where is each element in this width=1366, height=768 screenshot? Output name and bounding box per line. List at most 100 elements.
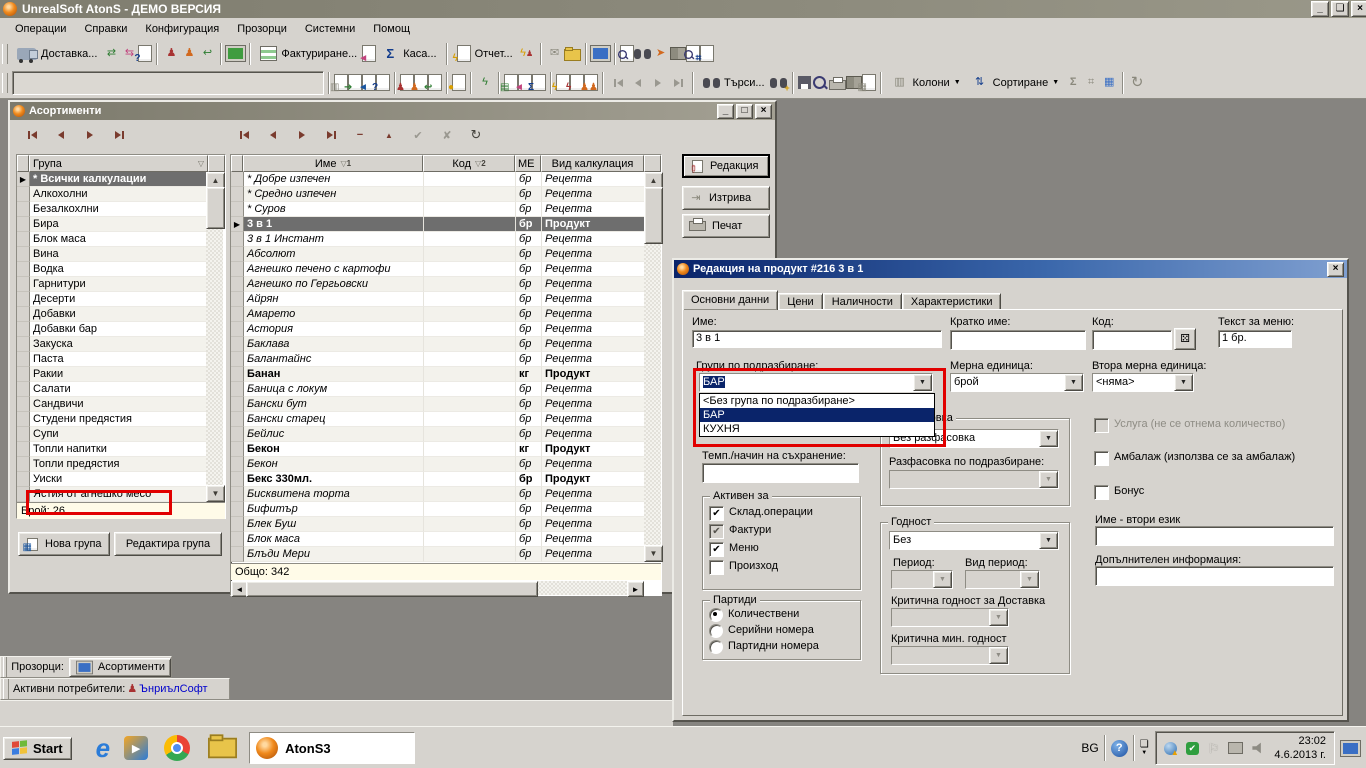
item-row[interactable]: Блъди МерибрРецепта	[231, 547, 644, 562]
group-row[interactable]: Добавки	[17, 307, 206, 322]
groups-nav-prev-button[interactable]	[51, 128, 71, 142]
dropdown-option[interactable]: БАР	[700, 408, 934, 422]
items-edit-button[interactable]: ▲	[379, 128, 399, 142]
preview-icon[interactable]	[811, 74, 829, 91]
menu-item-Прозорци[interactable]: Прозорци	[228, 20, 296, 38]
group-row[interactable]: Ястия от агнешко месо	[17, 487, 206, 502]
grid-lines-icon[interactable]: ⌗	[1082, 74, 1100, 91]
item-row[interactable]: БаклавабрРецепта	[231, 337, 644, 352]
checkbox-unchecked-icon[interactable]	[1094, 451, 1109, 466]
search-button[interactable]: Търси...	[698, 74, 770, 92]
media-player-icon[interactable]: ▶	[124, 736, 148, 760]
group-row[interactable]: Паста	[17, 352, 206, 367]
item-row[interactable]: Бански бутбрРецепта	[231, 397, 644, 412]
items-scrollbar[interactable]: ▲ ▼	[644, 172, 661, 562]
items-hscrollbar[interactable]: ◄ ►	[231, 581, 644, 595]
report-user-icon[interactable]: ϟ♟	[518, 45, 536, 62]
mail-icon[interactable]: ✉	[546, 45, 564, 62]
print-item-button[interactable]: Печат	[682, 214, 770, 238]
invoicing-button[interactable]: Фактуриране...	[255, 43, 362, 64]
menu-item-Справки[interactable]: Справки	[75, 20, 136, 38]
group-row[interactable]: Салати	[17, 382, 206, 397]
dialog-close-button[interactable]: ×	[1327, 262, 1344, 277]
monitor-icon[interactable]	[591, 46, 610, 61]
default-group-combobox[interactable]: БАР ▼	[699, 373, 933, 392]
checkbox-row[interactable]: ✔Склад.операции	[709, 506, 854, 521]
statusbar-grip[interactable]	[3, 679, 9, 699]
item-row[interactable]: * СуровбрРецепта	[231, 202, 644, 217]
show-desktop-icon[interactable]	[1341, 741, 1360, 756]
start-button[interactable]: Start	[3, 737, 72, 760]
groups-nav-last-button[interactable]	[109, 128, 129, 142]
save-icon[interactable]	[798, 76, 811, 89]
checkbox-checked-icon[interactable]: ✔	[709, 506, 724, 521]
statusbar-grip[interactable]	[3, 657, 7, 677]
group-row[interactable]: Гарнитури	[17, 277, 206, 292]
item-row[interactable]: ▶3 в 1брПродукт	[231, 217, 644, 232]
doc-copy-icon[interactable]: ?	[376, 74, 390, 91]
window-arrange-icon[interactable]: ❏▼	[1140, 740, 1149, 756]
edit-item-button[interactable]: ✎ Редакция	[682, 154, 770, 178]
document-question-icon[interactable]: ?	[138, 45, 152, 62]
cash-button[interactable]: ΣКаса...	[376, 42, 441, 65]
items-nav-next-button[interactable]	[292, 128, 312, 142]
bonus-flag-row[interactable]: Бонус	[1094, 485, 1314, 500]
items-header-name[interactable]: Име ▽1	[243, 155, 423, 172]
group-row[interactable]: Десерти	[17, 292, 206, 307]
client-red-icon[interactable]: ♟	[162, 45, 180, 62]
group-row[interactable]: Студени предястия	[17, 412, 206, 427]
nav-prev-button[interactable]	[628, 76, 648, 90]
items-header-kind[interactable]: Вид калкулация	[541, 155, 644, 172]
item-row[interactable]: Агнешко по ГергьовскибрРецепта	[231, 277, 644, 292]
random-code-button[interactable]: ⚄	[1174, 328, 1196, 350]
item-row[interactable]: Агнешко печено с картофибрРецепта	[231, 262, 644, 277]
clock[interactable]: 23:02 4.6.2013 г.	[1274, 734, 1326, 763]
storage-input[interactable]	[702, 463, 859, 483]
window-task-button[interactable]: Асортименти	[69, 658, 171, 677]
menu-item-Помощ[interactable]: Помощ	[364, 20, 419, 38]
groups-header[interactable]: Група ▽	[29, 155, 208, 172]
sum-icon[interactable]: Σ	[1064, 74, 1082, 91]
tab-main-data[interactable]: Основни данни	[682, 290, 778, 310]
scroll-thumb[interactable]	[246, 581, 538, 597]
tab-stock[interactable]: Наличности	[823, 293, 902, 310]
radio-row[interactable]: Количествени	[709, 608, 854, 622]
language-indicator[interactable]: BG	[1081, 741, 1098, 755]
group-row[interactable]: Уиски	[17, 472, 206, 487]
group-row[interactable]: Ракии	[17, 367, 206, 382]
internet-explorer-icon[interactable]: e	[96, 735, 110, 761]
item-row[interactable]: Блек БушбрРецепта	[231, 517, 644, 532]
items-nav-first-button[interactable]	[234, 128, 254, 142]
checkbox-row[interactable]: ✔Меню	[709, 542, 854, 557]
item-row[interactable]: АйрянбрРецепта	[231, 292, 644, 307]
menu-item-Операции[interactable]: Операции	[6, 20, 75, 38]
group-row[interactable]: Безалкохлни	[17, 202, 206, 217]
nav-last-button[interactable]	[668, 76, 688, 90]
scroll-thumb[interactable]	[206, 187, 225, 229]
group-row[interactable]: Сандвичи	[17, 397, 206, 412]
combo-arrow-icon[interactable]: ▼	[1039, 430, 1058, 447]
validity-combobox[interactable]: Без ▼	[889, 531, 1059, 550]
filter-icon[interactable]: ▽1	[340, 159, 351, 168]
globe-warning-tray-icon[interactable]: ▲	[1164, 742, 1177, 755]
checkbox-row[interactable]: ✔Фактури	[709, 524, 854, 539]
item-row[interactable]: * Добре изпеченбрРецепта	[231, 172, 644, 187]
group-row[interactable]: Бира	[17, 217, 206, 232]
checkbox-row[interactable]: Произход	[709, 560, 854, 575]
items-post-button[interactable]: ✔	[408, 128, 428, 142]
group-row[interactable]: ▶* Всички калкулации	[17, 172, 206, 187]
radio-icon[interactable]	[709, 624, 723, 638]
second-language-input[interactable]	[1095, 526, 1334, 546]
short-name-input[interactable]	[950, 330, 1086, 350]
export-grid-icon[interactable]: ▦	[862, 74, 876, 91]
name-input[interactable]: 3 в 1	[692, 330, 942, 348]
tab-prices[interactable]: Цени	[778, 293, 822, 310]
combo-arrow-icon[interactable]: ▼	[1064, 374, 1083, 391]
dropdown-option[interactable]: КУХНЯ	[700, 422, 934, 436]
toolbar-grip[interactable]	[2, 73, 8, 93]
item-row[interactable]: БейлисбрРецепта	[231, 427, 644, 442]
columns-button[interactable]: ▥Колони▼	[886, 71, 966, 94]
radio-row[interactable]: Партидни номера	[709, 640, 854, 654]
item-row[interactable]: БалантайнсбрРецепта	[231, 352, 644, 367]
combo-arrow-icon[interactable]: ▼	[1174, 374, 1193, 391]
